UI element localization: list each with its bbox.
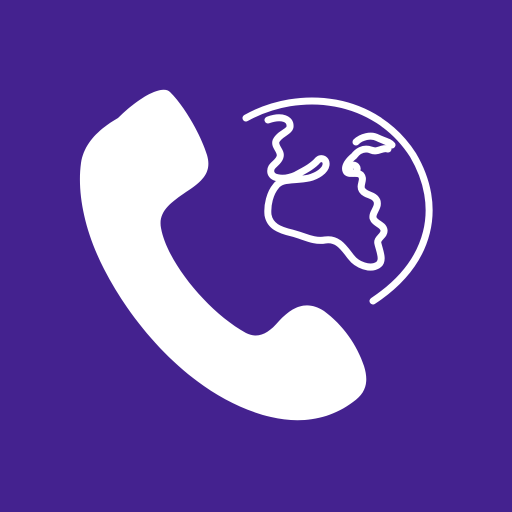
icon-artwork <box>0 0 512 512</box>
icon-background <box>0 0 512 512</box>
app-icon <box>0 0 512 512</box>
